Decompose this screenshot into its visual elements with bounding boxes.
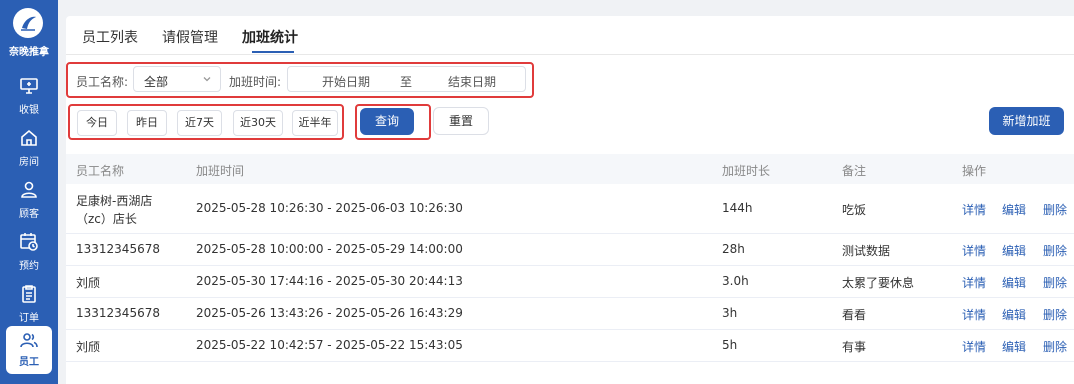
table-row: 13312345678 2025-05-28 10:00:00 - 2025-0…: [66, 234, 1074, 266]
query-button[interactable]: 查询: [360, 108, 414, 135]
column-header: 操作: [962, 164, 987, 178]
sidebar-item-cashier[interactable]: 收银: [0, 72, 58, 122]
employee-name-line2: （zc）店长: [76, 212, 137, 226]
logo-icon: [13, 8, 43, 38]
employee-name: 13312345678: [76, 242, 160, 256]
tab-overtime-stats[interactable]: 加班统计: [242, 27, 298, 47]
yesterday-button[interactable]: 昨日: [127, 110, 167, 136]
table-header: 员工名称 加班时间 加班时长 备注 操作: [66, 154, 1074, 184]
overtime-note: 吃饭: [842, 203, 867, 217]
sidebar-item-orders[interactable]: 订单: [0, 280, 58, 330]
table-row: 足康树-西湖店 （zc）店长 2025-05-28 10:26:30 - 202…: [66, 184, 1074, 234]
date-range-picker[interactable]: 开始日期 至 结束日期: [287, 66, 526, 92]
monitor-icon: [20, 78, 38, 94]
edit-link[interactable]: 编辑: [1002, 201, 1026, 218]
detail-link[interactable]: 详情: [962, 274, 986, 291]
column-header: 备注: [842, 164, 867, 178]
time-filter-label: 加班时间:: [229, 75, 282, 89]
overtime-period: 2025-05-30 17:44:16 - 2025-05-30 20:44:1…: [196, 274, 463, 288]
column-header: 员工名称: [76, 164, 125, 178]
column-header: 加班时长: [722, 164, 771, 178]
reset-button[interactable]: 重置: [433, 107, 489, 135]
main-panel: 员工列表 请假管理 加班统计 员工名称: 全部 加班时间: 开始日期 至 结束日…: [66, 16, 1074, 384]
sidebar-item-label: 收银: [19, 105, 39, 116]
date-range-separator: 至: [400, 75, 413, 89]
overtime-period: 2025-05-28 10:00:00 - 2025-05-29 14:00:0…: [196, 242, 463, 256]
overtime-note: 看看: [842, 308, 867, 322]
calendar-clock-icon: [20, 233, 38, 251]
add-overtime-button[interactable]: 新增加班: [989, 107, 1064, 135]
sidebar-item-rooms[interactable]: 房间: [0, 124, 58, 174]
overtime-period: 2025-05-22 10:42:57 - 2025-05-22 15:43:0…: [196, 338, 463, 352]
overtime-duration: 5h: [722, 338, 738, 352]
table-row: 13312345678 2025-05-26 13:43:26 - 2025-0…: [66, 298, 1074, 330]
sidebar-item-label: 预约: [19, 261, 39, 272]
tab-divider: [66, 54, 1074, 55]
last-30-days-button[interactable]: 近30天: [233, 110, 283, 136]
delete-link[interactable]: 删除: [1043, 306, 1067, 323]
employee-select-value: 全部: [144, 75, 169, 89]
overtime-duration: 3h: [722, 306, 738, 320]
users-icon: [20, 333, 38, 348]
employee-name: 足康树-西湖店: [76, 194, 153, 208]
today-button[interactable]: 今日: [77, 110, 117, 136]
last-half-year-button[interactable]: 近半年: [292, 110, 338, 136]
detail-link[interactable]: 详情: [962, 201, 986, 218]
overtime-duration: 3.0h: [722, 274, 749, 288]
detail-link[interactable]: 详情: [962, 242, 986, 259]
detail-link[interactable]: 详情: [962, 306, 986, 323]
sidebar-item-label: 顾客: [19, 209, 39, 220]
overtime-duration: 28h: [722, 242, 745, 256]
last-7-days-button[interactable]: 近7天: [177, 110, 222, 136]
edit-link[interactable]: 编辑: [1002, 306, 1026, 323]
employee-name: 13312345678: [76, 306, 160, 320]
employee-select[interactable]: 全部: [133, 66, 221, 92]
overtime-duration: 144h: [722, 201, 753, 215]
clipboard-icon: [22, 285, 36, 303]
chevron-down-icon: [203, 77, 211, 82]
employee-name: 刘颀: [76, 340, 101, 354]
tab-leave-management[interactable]: 请假管理: [162, 27, 218, 47]
sidebar-item-customers[interactable]: 顾客: [0, 176, 58, 226]
start-date-input[interactable]: 开始日期: [322, 73, 370, 90]
table-row: 刘颀 2025-05-22 10:42:57 - 2025-05-22 15:4…: [66, 330, 1074, 362]
edit-link[interactable]: 编辑: [1002, 274, 1026, 291]
delete-link[interactable]: 删除: [1043, 338, 1067, 355]
table-row: 刘颀 2025-05-30 17:44:16 - 2025-05-30 20:4…: [66, 266, 1074, 298]
sidebar-item-label: 房间: [19, 157, 39, 168]
employee-filter-label: 员工名称:: [76, 75, 129, 89]
tab-employee-list[interactable]: 员工列表: [82, 27, 138, 47]
active-tab-indicator: [252, 51, 294, 53]
detail-link[interactable]: 详情: [962, 338, 986, 355]
sidebar-item-label: 订单: [19, 313, 39, 324]
employee-name: 刘颀: [76, 276, 101, 290]
column-header: 加班时间: [196, 164, 245, 178]
sidebar-item-appointments[interactable]: 预约: [0, 228, 58, 278]
delete-link[interactable]: 删除: [1043, 274, 1067, 291]
delete-link[interactable]: 删除: [1043, 201, 1067, 218]
brand-name: 奈晚推拿: [9, 47, 49, 58]
overtime-note: 测试数据: [842, 244, 891, 258]
edit-link[interactable]: 编辑: [1002, 338, 1026, 355]
overtime-period: 2025-05-28 10:26:30 - 2025-06-03 10:26:3…: [196, 201, 463, 215]
sidebar-item-label: 员工: [19, 357, 39, 368]
overtime-note: 太累了要休息: [842, 276, 915, 290]
home-icon: [21, 129, 37, 146]
delete-link[interactable]: 删除: [1043, 242, 1067, 259]
overtime-note: 有事: [842, 340, 867, 354]
end-date-input[interactable]: 结束日期: [448, 73, 496, 90]
edit-link[interactable]: 编辑: [1002, 242, 1026, 259]
sidebar: 奈晚推拿 收银 房间 顾客 预约 订单 员工: [0, 0, 58, 384]
brand-logo: 奈晚推拿: [0, 0, 58, 62]
overtime-period: 2025-05-26 13:43:26 - 2025-05-26 16:43:2…: [196, 306, 463, 320]
sidebar-item-staff[interactable]: 员工: [6, 326, 52, 374]
user-icon: [21, 181, 37, 198]
